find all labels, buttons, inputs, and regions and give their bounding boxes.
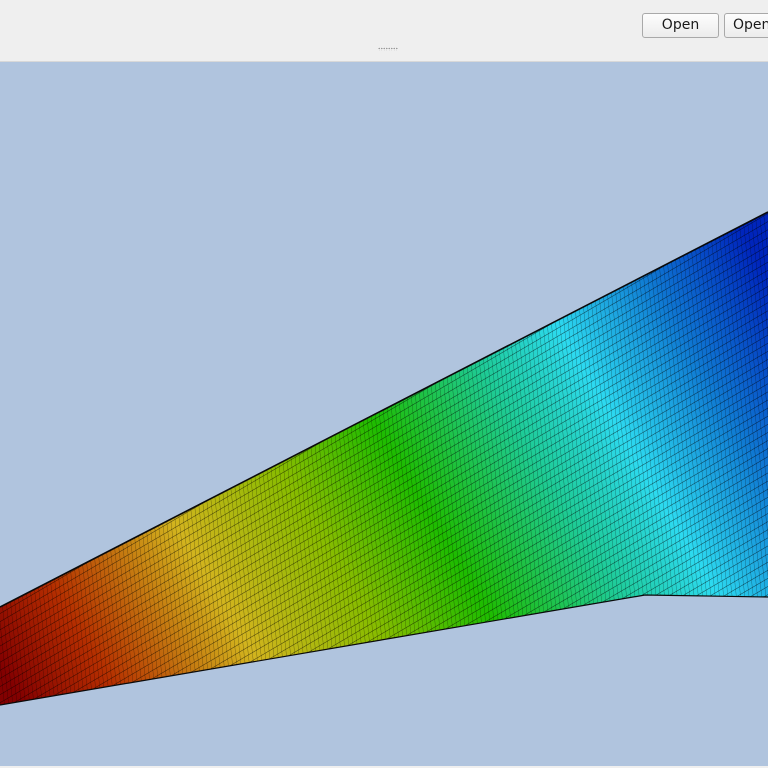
toolbar: Open Open: [0, 0, 768, 62]
3d-viewport[interactable]: [0, 62, 768, 766]
open-button[interactable]: Open: [642, 13, 719, 38]
splitter-handle[interactable]: [378, 47, 398, 51]
mesh-render: [0, 211, 768, 706]
open-second-button[interactable]: Open: [724, 13, 768, 38]
beam-mesh: [0, 212, 768, 705]
